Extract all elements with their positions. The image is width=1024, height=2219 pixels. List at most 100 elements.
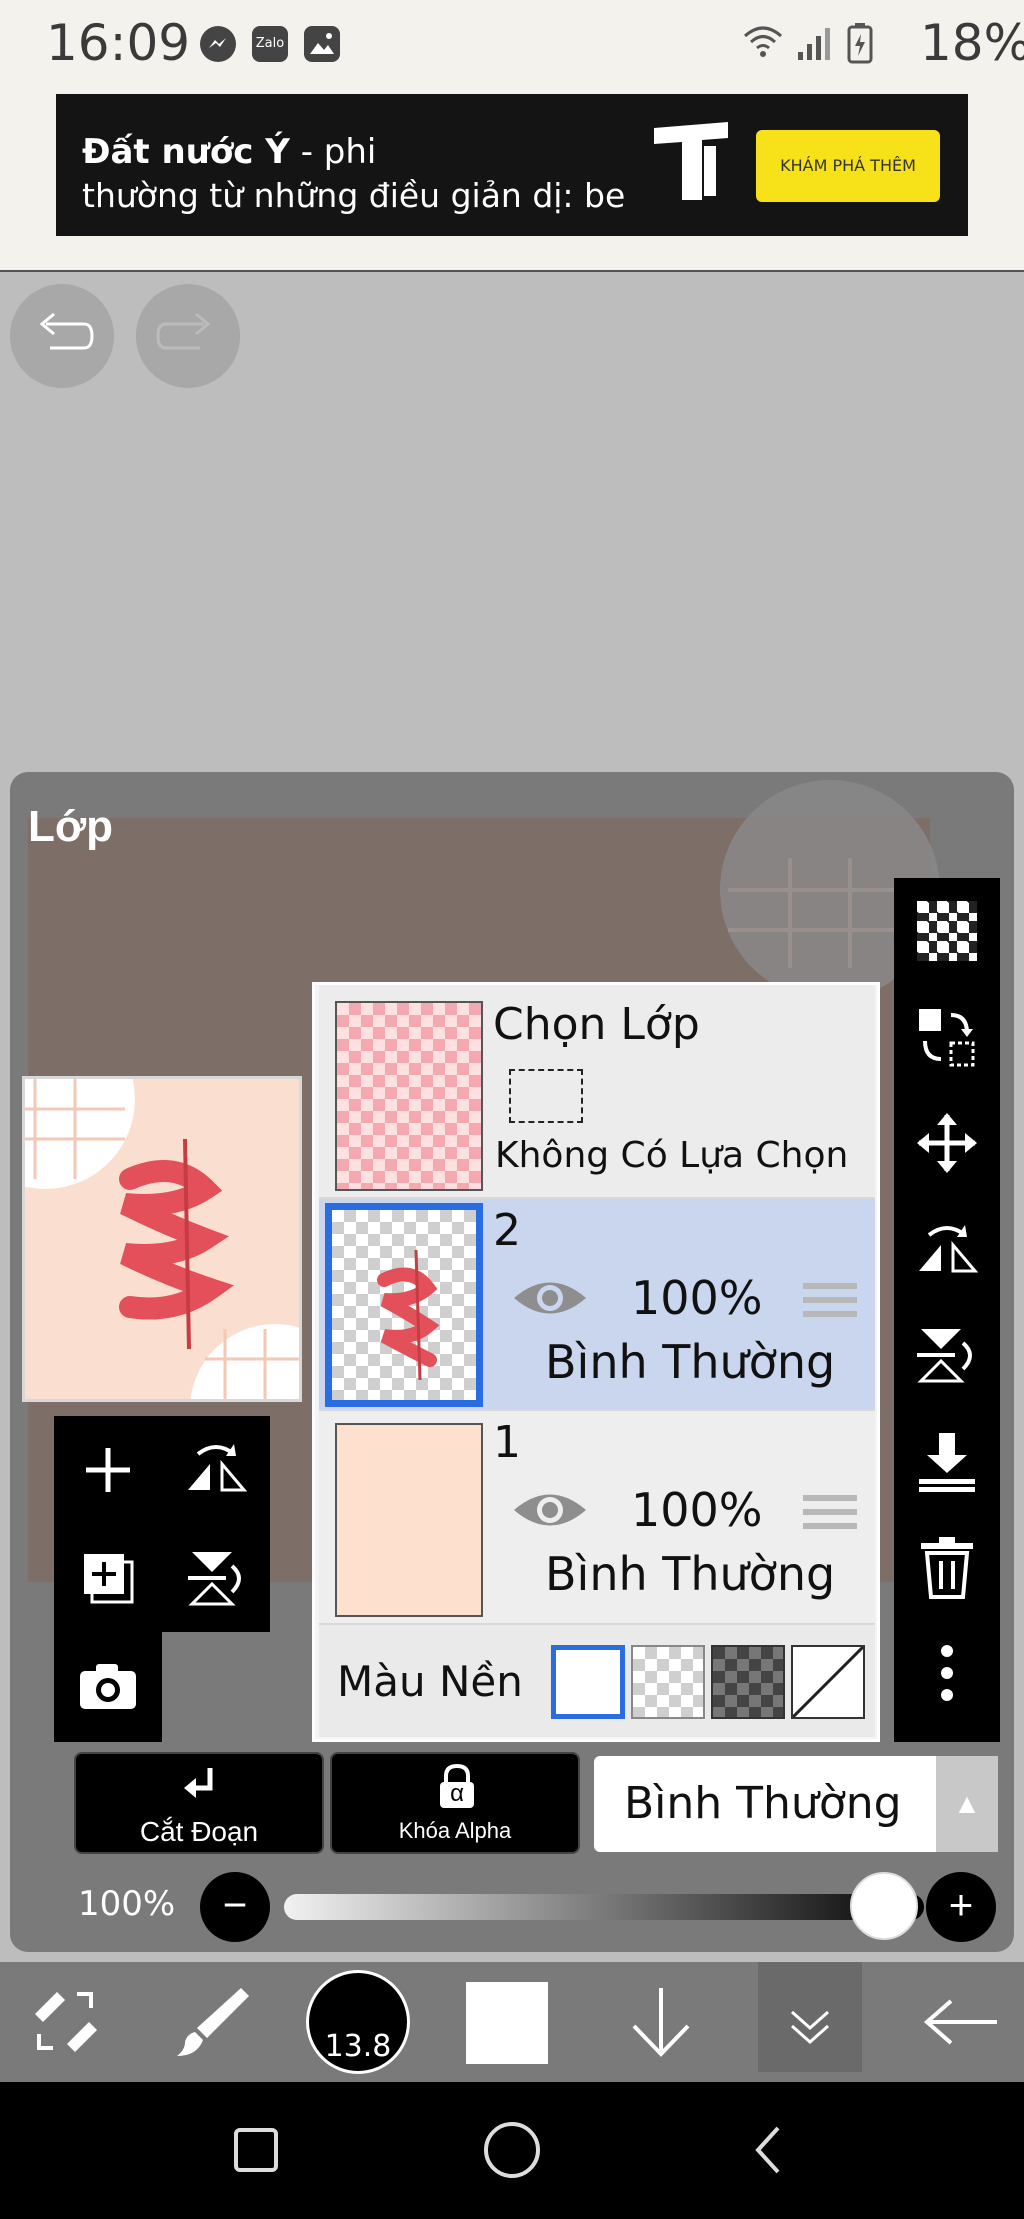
checker-icon: [917, 901, 977, 961]
right-toolbar: [894, 878, 1000, 1742]
layer-row-1[interactable]: 1 100% Bình Thường: [319, 1411, 875, 1625]
alpha-lock-label: Khóa Alpha: [398, 1818, 512, 1843]
dropdown-arrow-icon[interactable]: ▲: [936, 1756, 998, 1852]
scroll-down-button[interactable]: [606, 1962, 716, 2082]
bg-none-option[interactable]: [791, 1645, 865, 1719]
ad-logo: [646, 116, 736, 206]
back-arrow-icon: [923, 1999, 997, 2045]
layer-row-2[interactable]: 2 100% Bình Thường: [319, 1199, 875, 1411]
undo-icon: [39, 312, 94, 350]
layers-list: Chọn Lớp Không Có Lựa Chọn 2 100% Bình T…: [312, 982, 880, 1742]
brush-tool-button[interactable]: [156, 1962, 266, 2082]
brush-icon: [177, 1988, 249, 2056]
selection-marquee-icon: [509, 1069, 583, 1123]
add-copy-layer-icon: [84, 1554, 134, 1604]
home-icon[interactable]: [484, 2122, 540, 2178]
status-time: 16:09: [46, 14, 191, 72]
recents-icon[interactable]: [234, 2128, 278, 2172]
more-options-button[interactable]: [894, 1620, 1000, 1726]
transform-icon: [35, 1992, 97, 2052]
merge-down-icon: [919, 1433, 975, 1492]
undo-button[interactable]: [10, 284, 114, 388]
selection-layer-row[interactable]: Chọn Lớp Không Có Lựa Chọn: [319, 985, 875, 1199]
canvas-thumbnail: [22, 1076, 302, 1402]
blend-mode-select[interactable]: Bình Thường ▲: [594, 1756, 998, 1852]
battery-icon: [846, 22, 874, 69]
bg-white-option[interactable]: [551, 1645, 625, 1719]
clipping-icon: [184, 1768, 213, 1798]
redo-button[interactable]: [136, 284, 240, 388]
gallery-icon: [304, 26, 340, 62]
more-icon: [941, 1645, 953, 1701]
clipping-label: Cắt Đoạn: [139, 1816, 259, 1847]
visibility-eye-icon[interactable]: [511, 1275, 589, 1321]
layer-opacity: 100%: [631, 1483, 763, 1537]
opacity-decrease-button[interactable]: −: [200, 1872, 270, 1942]
checker-button[interactable]: [894, 878, 1000, 984]
alpha-lock-button[interactable]: α Khóa Alpha: [330, 1752, 580, 1854]
trash-icon: [921, 1537, 973, 1599]
background-color-row: Màu Nền: [319, 1625, 875, 1737]
system-nav-bar: [0, 2082, 1024, 2219]
blend-mode-value: Bình Thường: [624, 1778, 902, 1829]
opacity-slider[interactable]: [284, 1894, 924, 1920]
drag-handle-icon[interactable]: [803, 1283, 857, 1323]
zalo-icon: Zalo: [252, 26, 288, 62]
alpha-lock-icon: α: [436, 1763, 478, 1810]
arrow-down-icon: [632, 1988, 690, 2057]
layer-blend-mode: Bình Thường: [545, 1547, 836, 1601]
drag-handle-icon[interactable]: [803, 1495, 857, 1535]
color-swatch[interactable]: [466, 1982, 548, 2064]
selection-status: Không Có Lựa Chọn: [495, 1135, 849, 1176]
left-tool-group-2: [54, 1632, 162, 1742]
delete-layer-button[interactable]: [894, 1514, 1000, 1620]
messenger-icon: [200, 26, 236, 62]
opacity-increase-button[interactable]: +: [926, 1872, 996, 1942]
back-button[interactable]: [906, 1962, 1016, 2082]
move-button[interactable]: [894, 1090, 1000, 1196]
bottom-toolbar: 13.8: [0, 1962, 1024, 2082]
signal-icon: [796, 24, 836, 67]
move-icon: [917, 1113, 977, 1173]
background-label: Màu Nền: [337, 1657, 523, 1706]
transform-select-button[interactable]: [894, 984, 1000, 1090]
merge-down-button[interactable]: [894, 1408, 1000, 1514]
back-nav-icon[interactable]: [750, 2122, 786, 2183]
layer-thumbnail: [335, 1423, 483, 1617]
flip-vertical-button[interactable]: [162, 1524, 270, 1632]
brush-size-indicator[interactable]: 13.8: [306, 1970, 410, 2074]
bg-dark-checker-option[interactable]: [711, 1645, 785, 1719]
camera-icon: [80, 1664, 136, 1709]
selection-thumbnail: [335, 1001, 483, 1191]
transform-select-icon: [919, 1009, 975, 1067]
redo-icon: [156, 312, 211, 350]
flip-vertical-icon: [188, 1552, 241, 1606]
panel-title: Lớp: [28, 802, 114, 851]
clipping-button[interactable]: Cắt Đoạn: [74, 1752, 324, 1854]
layer-name: 1: [493, 1417, 521, 1468]
collapse-button[interactable]: [758, 1962, 862, 2072]
flip-vertical-icon: [917, 1329, 972, 1383]
ad-headline: Đất nước Ý - phi: [82, 132, 377, 172]
flip-horizontal-icon: [188, 1444, 248, 1492]
layer-opacity: 100%: [631, 1271, 763, 1325]
layer-name: 2: [493, 1205, 521, 1256]
ad-banner[interactable]: Đất nước Ý - phi thường từ những điều gi…: [56, 94, 968, 236]
opacity-slider-knob[interactable]: [850, 1872, 918, 1940]
bg-light-checker-option[interactable]: [631, 1645, 705, 1719]
add-layer-icon: [86, 1448, 130, 1492]
add-copy-layer-button[interactable]: [54, 1524, 162, 1632]
ad-cta-button[interactable]: KHÁM PHÁ THÊM: [756, 130, 940, 202]
layer-thumbnail: [325, 1203, 483, 1407]
transform-tool-button[interactable]: [10, 1962, 120, 2082]
battery-percent: 18%: [920, 14, 1024, 72]
flip-horizontal-button[interactable]: [162, 1416, 270, 1524]
wifi-icon: [742, 24, 784, 65]
flip-vertical-button[interactable]: [894, 1302, 1000, 1408]
camera-button[interactable]: [54, 1632, 162, 1740]
flip-horizontal-button[interactable]: [894, 1196, 1000, 1302]
visibility-eye-icon[interactable]: [511, 1487, 589, 1533]
layer-blend-mode: Bình Thường: [545, 1335, 836, 1389]
add-layer-button[interactable]: [54, 1416, 162, 1524]
ad-subline: thường từ những điều giản dị: be: [82, 176, 626, 215]
